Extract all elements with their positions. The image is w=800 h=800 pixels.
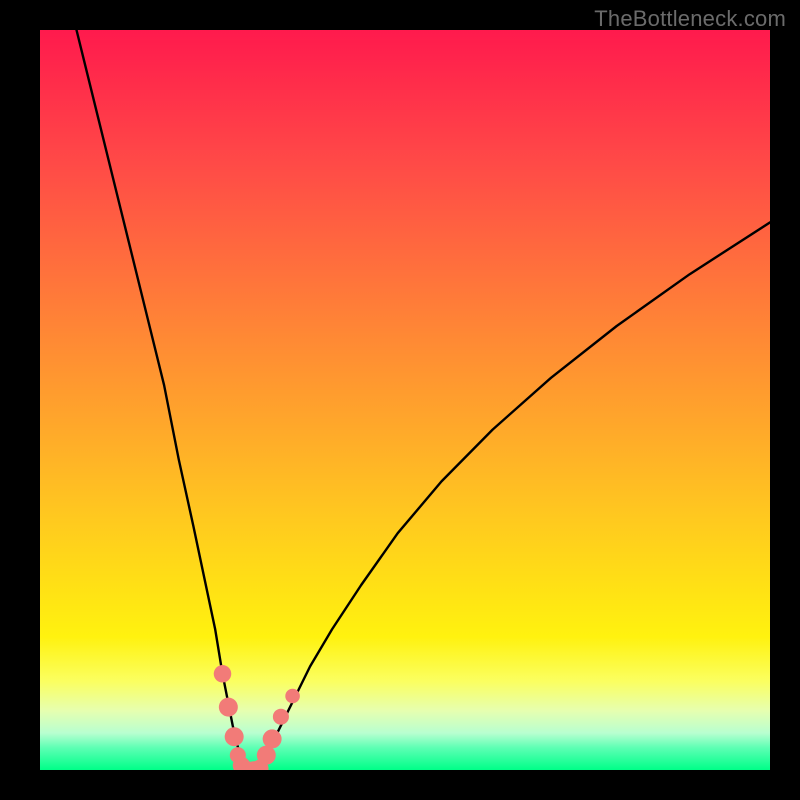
data-marker xyxy=(257,746,276,765)
data-marker xyxy=(263,729,282,748)
chart-frame: TheBottleneck.com xyxy=(0,0,800,800)
data-marker xyxy=(285,689,300,704)
data-marker xyxy=(225,727,244,746)
plot-area xyxy=(40,30,770,770)
chart-svg xyxy=(40,30,770,770)
data-marker xyxy=(214,665,232,683)
data-marker xyxy=(273,709,289,725)
watermark-text: TheBottleneck.com xyxy=(594,6,786,32)
curve-path xyxy=(77,30,771,770)
data-markers xyxy=(214,665,300,770)
bottleneck-curve xyxy=(77,30,771,770)
data-marker xyxy=(219,698,238,717)
